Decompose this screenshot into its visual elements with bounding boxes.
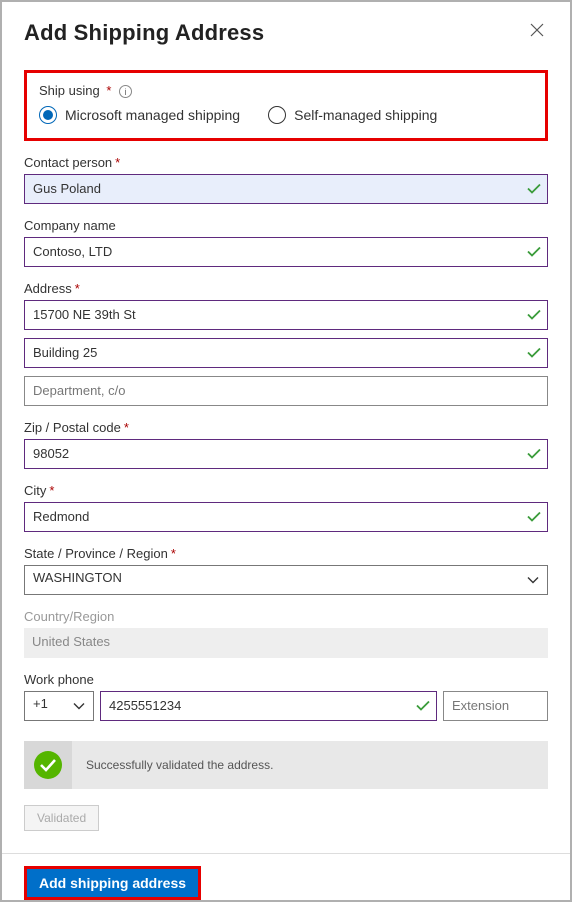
panel-title: Add Shipping Address [24,20,264,46]
chevron-down-icon [527,573,539,588]
city-input[interactable]: Redmond [24,502,548,532]
phone-number-input[interactable]: 4255551234 [100,691,437,721]
country-group: Country/Region United States [24,609,548,658]
city-group: City* Redmond [24,483,548,532]
address-group: Address* 15700 NE 39th St Building 25 De… [24,281,548,406]
state-select[interactable]: WASHINGTON [24,565,548,595]
success-icon-wrap [24,741,72,789]
company-name-input[interactable]: Contoso, LTD [24,237,548,267]
country-value: United States [24,628,548,658]
address-line2-input[interactable]: Building 25 [24,338,548,368]
contact-person-label: Contact person* [24,155,548,170]
zip-input[interactable]: 98052 [24,439,548,469]
ship-using-label: Ship using * i [39,83,533,98]
address-label: Address* [24,281,548,296]
radio-microsoft-managed-label: Microsoft managed shipping [65,107,240,123]
close-button[interactable] [526,20,548,42]
work-phone-group: Work phone +1 4255551234 Extension [24,672,548,721]
country-label: Country/Region [24,609,548,624]
add-shipping-address-button[interactable]: Add shipping address [24,866,201,900]
check-icon [527,247,541,258]
validated-button: Validated [24,805,99,831]
check-icon [527,184,541,195]
work-phone-label: Work phone [24,672,548,687]
city-label: City* [24,483,548,498]
ship-using-radio-group: Microsoft managed shipping Self-managed … [39,106,533,124]
contact-person-input[interactable]: Gus Poland [24,174,548,204]
state-label: State / Province / Region* [24,546,548,561]
radio-microsoft-managed[interactable]: Microsoft managed shipping [39,106,240,124]
phone-extension-input[interactable]: Extension [443,691,548,721]
ship-using-label-text: Ship using [39,83,100,98]
add-shipping-panel: Add Shipping Address Ship using * i Micr… [0,0,572,902]
panel-header: Add Shipping Address [24,20,548,46]
address-line1-input[interactable]: 15700 NE 39th St [24,300,548,330]
check-icon [527,310,541,321]
zip-group: Zip / Postal code* 98052 [24,420,548,469]
validation-success-text: Successfully validated the address. [72,741,548,789]
company-name-label: Company name [24,218,548,233]
info-icon[interactable]: i [119,85,132,98]
check-icon [527,449,541,460]
chevron-down-icon [73,699,85,714]
ship-using-section: Ship using * i Microsoft managed shippin… [24,70,548,141]
address-line3-input[interactable]: Department, c/o [24,376,548,406]
company-name-group: Company name Contoso, LTD [24,218,548,267]
panel-footer: Add shipping address [24,866,548,900]
required-marker: * [106,83,111,98]
radio-self-managed-label: Self-managed shipping [294,107,437,123]
validation-success-banner: Successfully validated the address. [24,741,548,789]
check-icon [416,701,430,712]
check-icon [527,348,541,359]
zip-label: Zip / Postal code* [24,420,548,435]
footer-divider [2,853,570,854]
close-icon [530,23,544,37]
radio-self-managed[interactable]: Self-managed shipping [268,106,437,124]
check-icon [527,512,541,523]
success-check-icon [34,751,62,779]
state-group: State / Province / Region* WASHINGTON [24,546,548,595]
contact-person-group: Contact person* Gus Poland [24,155,548,204]
